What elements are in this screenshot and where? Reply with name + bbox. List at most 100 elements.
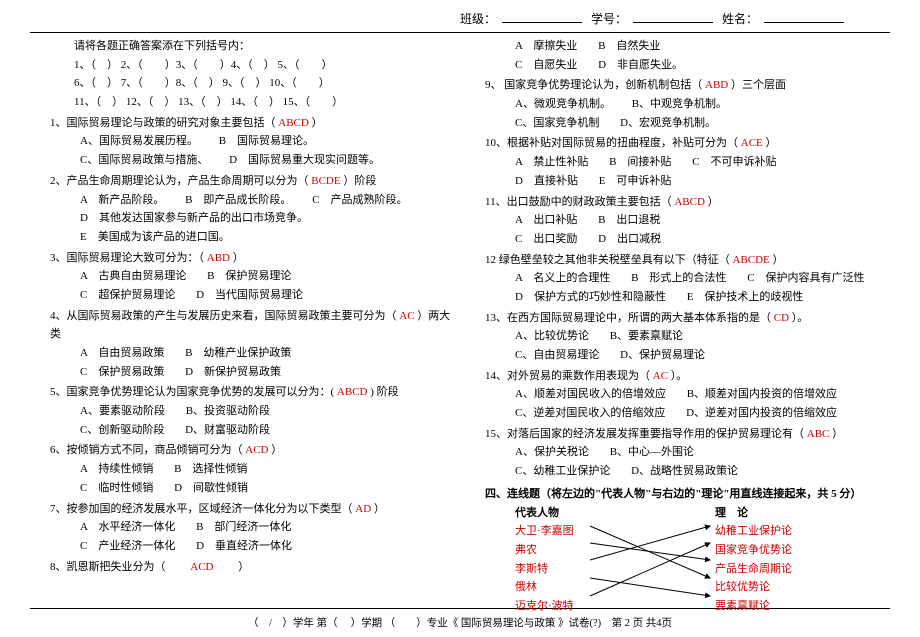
q1-ans: ABCD xyxy=(278,117,309,129)
q15-c: C、幼稚工业保护论 xyxy=(515,462,610,481)
match-l1: 大卫·李嘉图 xyxy=(515,522,574,541)
q6-tail: ） xyxy=(271,444,282,456)
left-column: 请将各题正确答案添在下列括号内： 1、（ ） 2、（ ）3、（ ）4、（ ） 5… xyxy=(30,37,455,604)
q9-d: D、宏观竞争机制。 xyxy=(620,114,716,133)
q4: 4、从国际贸易政策的产生与发展历史来看，国际贸易政策主要可分为（ AC ）两大类 xyxy=(50,307,455,344)
q1-b: B 国际贸易理论。 xyxy=(219,132,314,151)
q5-d: D、财富驱动阶段 xyxy=(185,421,270,440)
q12-d: D 保护方式的巧妙性和隐蔽性 xyxy=(515,288,666,307)
q2-stem: 2、产品生命周期理论认为，产品生命周期可以分为（ xyxy=(50,175,309,187)
q9: 9、 国家竞争优势理论认为，创新机制包括（ ABD ）三个层面 xyxy=(485,76,890,95)
q4-b: B 幼稚产业保护政策 xyxy=(185,344,291,363)
q11-d: D 出口减税 xyxy=(598,230,661,249)
q15-stem: 15、对落后国家的经济发展发挥重要指导作用的保护贸易理论有（ xyxy=(485,428,804,440)
q13-b: B、要素禀赋论 xyxy=(610,327,683,346)
q11-a: A 出口补贴 xyxy=(515,211,577,230)
q6: 6、按倾销方式不同，商品倾销可分为（ ACD ） xyxy=(50,441,455,460)
q10-e: E 可申诉补贴 xyxy=(599,172,672,191)
q1: 1、国际贸易理论与政策的研究对象主要包括（ ABCD ） xyxy=(50,114,455,133)
q7-c: C 产业经济一体化 xyxy=(80,537,175,556)
q1-tail: ） xyxy=(312,117,323,129)
q10-d: D 直接补贴 xyxy=(515,172,578,191)
q15-tail: ） xyxy=(832,428,843,440)
q3-d: D 当代国际贸易理论 xyxy=(196,286,303,305)
q5: 5、国家竞争优势理论认为国家竞争优势的发展可以分为：( ABCD ) 阶段 xyxy=(50,383,455,402)
q14-a: A、顺差对国民收入的倍增效应 xyxy=(515,385,666,404)
q10-stem: 10、根据补贴对国际贸易的扭曲程度，补贴可分为（ xyxy=(485,137,738,149)
top-rule xyxy=(30,32,890,33)
q1-stem: 1、国际贸易理论与政策的研究对象主要包括（ xyxy=(50,117,276,129)
q2-ans: BCDE xyxy=(311,175,340,187)
id-label: 学号： xyxy=(591,12,627,26)
match-l2: 弗农 xyxy=(515,541,574,560)
q12-e: E 保护技术上的歧视性 xyxy=(687,288,804,307)
q8-ans: ACD xyxy=(190,561,213,573)
q5-tail: ) 阶段 xyxy=(370,386,398,398)
q3-c: C 超保护贸易理论 xyxy=(80,286,175,305)
q10-a: A 禁止性补贴 xyxy=(515,153,588,172)
match-r2: 国家竞争优势论 xyxy=(715,541,792,560)
match-l5: 迈克尔·波特 xyxy=(515,597,574,616)
match-r3: 产品生命周期论 xyxy=(715,560,792,579)
q3-ans: ABD xyxy=(207,252,230,264)
q6-d: D 间歇性倾销 xyxy=(174,479,248,498)
answer-row-3: 11、（ ） 12、（ ） 13、（ ） 14、（ ） 15、（ ） xyxy=(74,93,455,112)
q7: 7、按参加国的经济发展水平，区域经济一体化分为以下类型（ AD ） xyxy=(50,500,455,519)
match-lines xyxy=(585,518,725,608)
q11-b: B 出口退税 xyxy=(598,211,660,230)
answer-row-2: 6、（ ） 7、（ ）8、（ ） 9、（ ） 10、（ ） xyxy=(74,74,455,93)
match-left-head: 代表人物 xyxy=(515,504,574,523)
q6-stem: 6、按倾销方式不同，商品倾销可分为（ xyxy=(50,444,243,456)
q13-c: C、自由贸易理论 xyxy=(515,346,599,365)
q11-ans: ABCD xyxy=(674,196,705,208)
q4-c: C 保护贸易政策 xyxy=(80,363,164,382)
q15-a: A、保护关税论 xyxy=(515,443,589,462)
header-fields: 班级： 学号： 姓名： xyxy=(30,10,890,28)
q10-b: B 间接补贴 xyxy=(609,153,671,172)
q12-tail: ） xyxy=(773,254,784,266)
q14: 14、对外贸易的乘数作用表现为（ AC ）。 xyxy=(485,367,890,386)
q9-b: B、中观竞争机制。 xyxy=(632,95,727,114)
q12-ans: ABCDE xyxy=(733,254,770,266)
q13: 13、在西方国际贸易理论中，所谓的两大基本体系指的是（ CD ）。 xyxy=(485,309,890,328)
q7-tail: ） xyxy=(374,503,385,515)
q9-tail: ）三个层面 xyxy=(731,79,786,91)
right-column: A 摩擦失业 B 自然失业 C 自愿失业 D 非自愿失业。 9、 国家竞争优势理… xyxy=(485,37,890,604)
q8-tail: ） xyxy=(216,561,249,573)
q1-a: A、国际贸易发展历程。 xyxy=(80,132,198,151)
q7-a: A 水平经济一体化 xyxy=(80,518,175,537)
q2-e: E 美国成为该产品的进口国。 xyxy=(80,228,230,247)
q12: 12 绿色壁垒较之其他非关税壁垒具有以下（特征（ ABCDE ） xyxy=(485,251,890,270)
section4-title: 四、连线题（将左边的"代表人物"与右边的"理论"用直线连接起来，共 5 分） xyxy=(485,485,890,504)
name-blank xyxy=(764,10,844,23)
match-r4: 比较优势论 xyxy=(715,578,792,597)
q4-stem: 4、从国际贸易政策的产生与发展历史来看，国际贸易政策主要可分为（ xyxy=(50,310,397,322)
q6-ans: ACD xyxy=(245,444,268,456)
id-blank xyxy=(633,10,713,23)
q14-b: B、顺差对国内投资的倍增效应 xyxy=(687,385,837,404)
q4-ans: AC xyxy=(399,310,414,322)
q8-b: B 自然失业 xyxy=(598,37,660,56)
q1-d: D 国际贸易重大现实问题等。 xyxy=(229,151,380,170)
q9-ans: ABD xyxy=(705,79,728,91)
q3-a: A 古典自由贸易理论 xyxy=(80,267,186,286)
q15-d: D、战略性贸易政策论 xyxy=(631,462,738,481)
q8-stem: 8、凯恩斯把失业分为（ xyxy=(50,561,188,573)
q10-tail: ） xyxy=(766,137,777,149)
q2-b: B 即产品成长阶段。 xyxy=(185,191,291,210)
q8-c: C 自愿失业 xyxy=(515,56,577,75)
q8-a: A 摩擦失业 xyxy=(515,37,577,56)
q10-ans: ACE xyxy=(741,137,763,149)
match-r1: 幼稚工业保护论 xyxy=(715,522,792,541)
answer-row-1: 1、（ ） 2、（ ）3、（ ）4、（ ） 5、（ ） xyxy=(74,56,455,75)
q5-c: C、创新驱动阶段 xyxy=(80,421,164,440)
q14-d: D、逆差对国内投资的倍缩效应 xyxy=(686,404,837,423)
q14-ans: AC xyxy=(653,370,668,382)
class-label: 班级： xyxy=(460,12,496,26)
q5-a: A、要素驱动阶段 xyxy=(80,402,165,421)
q8: 8、凯恩斯把失业分为（ ACD ） xyxy=(50,558,455,577)
q9-a: A、微观竞争机制。 xyxy=(515,95,611,114)
q14-tail: ）。 xyxy=(671,370,688,382)
q12-a: A 名义上的合理性 xyxy=(515,269,610,288)
q12-b: B 形式上的合法性 xyxy=(631,269,726,288)
